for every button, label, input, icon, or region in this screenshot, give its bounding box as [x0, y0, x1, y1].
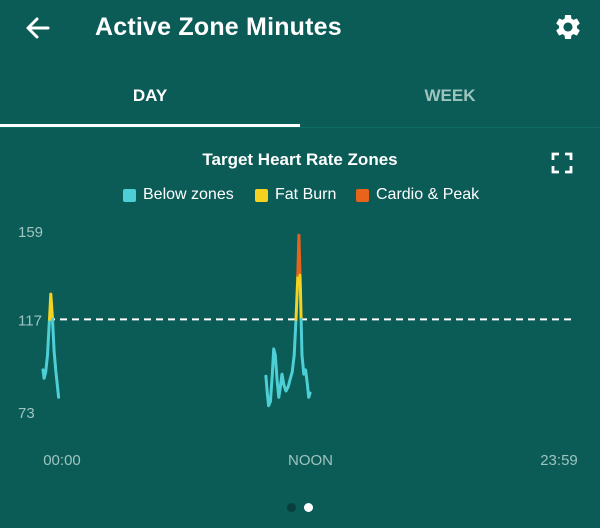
chart-title: Target Heart Rate Zones — [202, 150, 398, 169]
page-dot[interactable] — [304, 503, 313, 512]
tab-day[interactable]: DAY — [0, 72, 300, 128]
expand-button[interactable] — [550, 151, 574, 175]
legend-item-fat-burn: Fat Burn — [255, 183, 336, 207]
x-tick-label: 23:59 — [540, 452, 578, 469]
back-button[interactable] — [22, 12, 54, 44]
series-fat-burn — [298, 273, 303, 321]
y-tick-label: 159 — [18, 224, 43, 241]
series-below-zone — [51, 317, 61, 399]
page-title: Active Zone Minutes — [95, 13, 342, 41]
tab-bar: DAY WEEK — [0, 72, 600, 128]
legend-label: Cardio & Peak — [376, 186, 480, 203]
series-below-zone — [264, 317, 298, 408]
x-tick-label: NOON — [288, 452, 333, 469]
legend-item-below-zones: Below zones — [123, 183, 234, 207]
series-fat-burn — [48, 292, 54, 321]
settings-button[interactable] — [553, 12, 583, 42]
series-below-zone — [299, 317, 312, 399]
series-below-zone — [41, 317, 51, 380]
arrow-left-icon — [26, 17, 50, 39]
legend-swatch — [123, 188, 136, 202]
chart-legend: Below zones Fat Burn Cardio & Peak — [0, 183, 600, 207]
legend-item-cardio-peak: Cardio & Peak — [356, 183, 479, 207]
series-fat-burn — [294, 273, 300, 321]
legend-swatch — [356, 188, 369, 202]
y-tick-label: 73 — [18, 405, 35, 422]
page-indicator — [0, 500, 600, 514]
legend-swatch — [255, 188, 268, 202]
tab-week[interactable]: WEEK — [300, 72, 600, 128]
legend-label: Below zones — [143, 186, 234, 203]
x-tick-label: 00:00 — [43, 452, 81, 469]
page-dot[interactable] — [287, 503, 296, 512]
gear-icon — [556, 15, 580, 39]
legend-label: Fat Burn — [275, 186, 337, 203]
y-tick-label: 117 — [18, 312, 42, 329]
fullscreen-icon — [551, 152, 573, 174]
heart-rate-chart: 73 117 159 00:00 NOON 23:59 — [18, 224, 578, 469]
tab-divider — [0, 127, 600, 128]
series-cardio-peak — [296, 233, 302, 277]
app-bar: Active Zone Minutes — [0, 0, 600, 56]
